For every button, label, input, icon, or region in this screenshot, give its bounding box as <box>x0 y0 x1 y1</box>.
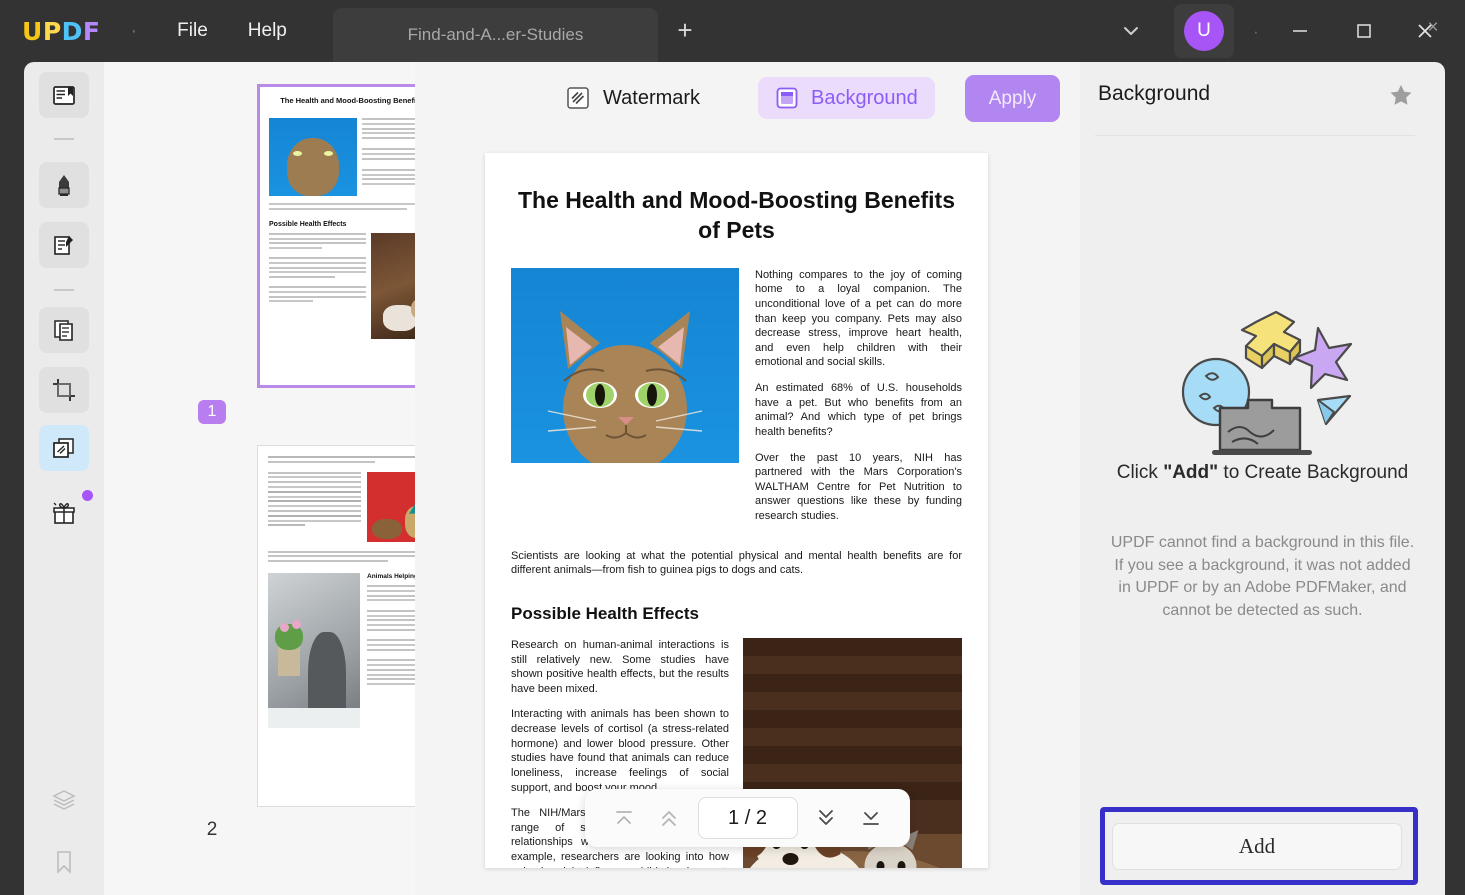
thumbnail-page-1-section: Possible Health Effects <box>269 221 415 228</box>
menu-help[interactable]: Help <box>248 20 287 42</box>
logo-letter-f: F <box>83 17 101 46</box>
layers-icon <box>50 786 78 814</box>
page-navigation-bar: 1 / 2 <box>585 789 910 847</box>
crop-icon <box>50 376 78 404</box>
doc-paragraph: Nothing compares to the joy of coming ho… <box>755 268 962 370</box>
thumbnail-page-1[interactable]: The Health and Mood-Boosting Benefits of… <box>257 84 415 388</box>
doc-paragraph: Over the past 10 years, NIH has partnere… <box>755 451 962 524</box>
doc-paragraph: Research on human-animal interactions is… <box>511 638 729 697</box>
previous-page-icon[interactable] <box>652 801 686 835</box>
tab-watermark[interactable]: Watermark <box>565 79 700 117</box>
doc-paragraph: An estimated 68% of U.S. households have… <box>755 381 962 440</box>
watermark-background-toolbar: Watermark Background Apply <box>415 62 1080 132</box>
thumbnail-page-2[interactable]: Animals Helping People <box>257 445 415 807</box>
watermark-layers-icon <box>50 434 78 462</box>
doc-title: The Health and Mood-Boosting Benefits of… <box>513 185 960 246</box>
maximize-icon[interactable] <box>1347 14 1381 48</box>
logo-letter-p: P <box>43 17 62 46</box>
rail-item-reader-mode[interactable] <box>39 72 89 118</box>
new-tab-icon[interactable]: + <box>672 19 698 45</box>
watermark-icon <box>565 85 591 111</box>
first-page-icon[interactable] <box>607 801 641 835</box>
rail-item-watermark-background[interactable] <box>39 425 89 471</box>
doc-top-text-column: Nothing compares to the joy of coming ho… <box>755 268 962 535</box>
panel-divider <box>1095 135 1415 136</box>
avatar: U <box>1184 11 1224 51</box>
tab-background-label: Background <box>811 87 918 110</box>
book-open-icon <box>50 81 78 109</box>
gift-icon <box>49 498 79 528</box>
thumbnail-page-1-number-wrap: 1 <box>104 400 320 424</box>
logo-letter-d: D <box>62 17 83 46</box>
background-properties-panel: Background <box>1080 62 1445 895</box>
cat-portrait-blue-background <box>511 268 739 463</box>
bookmark-icon <box>50 848 78 876</box>
favorite-star-icon[interactable] <box>1388 82 1414 113</box>
headline-suffix: to Create Background <box>1218 462 1408 483</box>
apply-button[interactable]: Apply <box>965 75 1060 122</box>
chevron-down-icon[interactable] <box>1117 17 1145 45</box>
document-tab[interactable]: Find-and-A...er-Studies <box>333 8 658 62</box>
minimize-icon[interactable] <box>1283 14 1317 48</box>
background-square-icon <box>775 86 799 110</box>
doc-section-heading: Possible Health Effects <box>511 604 962 624</box>
logo-letter-u: U <box>22 17 43 46</box>
thumbnail-page-2-number: 2 <box>104 819 320 841</box>
page-number-input[interactable]: 1 / 2 <box>698 797 798 839</box>
rail-item-layers[interactable] <box>39 777 89 823</box>
next-page-icon[interactable] <box>809 801 843 835</box>
add-button[interactable]: Add <box>1112 823 1402 870</box>
page-thumbnail-panel[interactable]: The Health and Mood-Boosting Benefits of… <box>104 62 415 895</box>
pages-icon <box>50 316 78 344</box>
headline-bold: "Add" <box>1163 462 1218 483</box>
thumbnail-page-1-number: 1 <box>198 400 226 424</box>
tab-background[interactable]: Background <box>758 77 935 119</box>
tab-watermark-label: Watermark <box>603 87 700 110</box>
close-icon[interactable] <box>1408 14 1442 48</box>
menu-file[interactable]: File <box>177 20 208 42</box>
rail-separator-1 <box>54 138 74 140</box>
doc-top-row: Nothing compares to the joy of coming ho… <box>511 268 962 535</box>
last-page-icon[interactable] <box>854 801 888 835</box>
thumbnail-page-2-section: Animals Helping People <box>367 573 415 580</box>
edit-document-icon <box>50 231 78 259</box>
window-controls-separator-dot: · <box>1253 22 1259 42</box>
empty-state-illustration <box>1080 297 1445 462</box>
empty-state-headline: Click "Add" to Create Background <box>1110 460 1415 486</box>
empty-state-body-text: UPDF cannot find a background in this fi… <box>1110 532 1415 623</box>
highlighter-icon <box>50 171 78 199</box>
thumbnail-page-1-title: The Health and Mood-Boosting Benefits of… <box>260 87 415 114</box>
rail-item-bookmark[interactable] <box>39 839 89 885</box>
panel-title: Background <box>1098 82 1210 106</box>
rail-item-annotate[interactable] <box>39 162 89 208</box>
rail-item-organize-pages[interactable] <box>39 307 89 353</box>
document-viewer: Watermark Background Apply The Health an… <box>415 62 1080 895</box>
user-account-button[interactable]: U <box>1174 4 1234 58</box>
gift-notification-badge <box>82 490 93 501</box>
pdf-page-canvas[interactable]: The Health and Mood-Boosting Benefits of… <box>485 153 988 868</box>
headline-prefix: Click <box>1117 462 1163 483</box>
rail-separator-2 <box>54 289 74 291</box>
updf-logo: U P D F <box>22 17 100 46</box>
updf-application-window: U P D F · File Help Find-and-A...er-Stud… <box>0 0 1465 895</box>
doc-paragraph: Interacting with animals has been shown … <box>511 707 729 795</box>
menu-separator-dot: · <box>130 20 137 43</box>
rail-item-crop-page[interactable] <box>39 367 89 413</box>
document-tab-label: Find-and-A...er-Studies <box>408 25 584 45</box>
rail-item-edit-pdf[interactable] <box>39 222 89 268</box>
doc-wide-paragraph: Scientists are looking at what the poten… <box>511 549 962 578</box>
title-bar: U P D F · File Help <box>0 0 1465 62</box>
tool-rail <box>24 62 104 895</box>
